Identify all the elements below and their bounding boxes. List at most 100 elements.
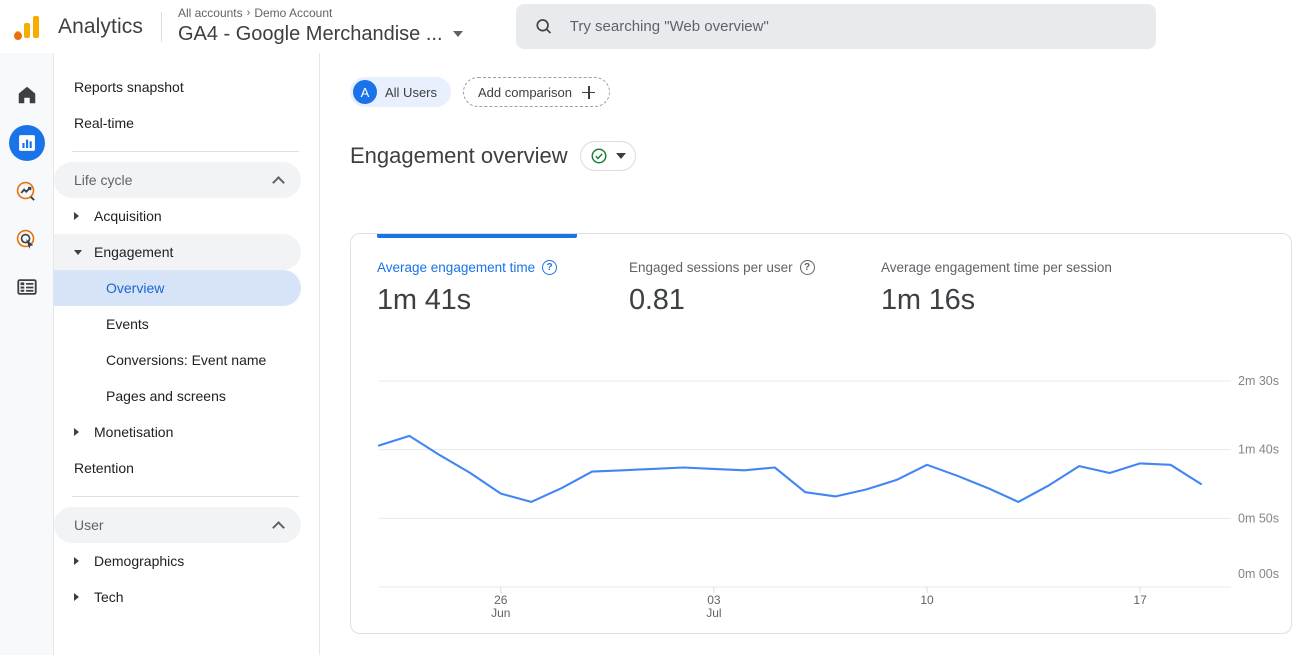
sidebar-item-reports-snapshot[interactable]: Reports snapshot: [54, 69, 301, 105]
report-status-button[interactable]: [580, 141, 636, 171]
x-axis-tick-label: 26: [494, 593, 508, 607]
comparison-bar: A All Users Add comparison: [320, 53, 1304, 107]
check-circle-icon: [590, 147, 608, 165]
breadcrumb-separator-icon: ›: [247, 6, 251, 21]
add-comparison-label: Add comparison: [478, 85, 572, 100]
icon-rail: [0, 53, 54, 655]
x-axis-tick-label: 03: [707, 593, 721, 607]
x-axis-tick-label: 17: [1133, 593, 1147, 607]
sidebar-item-retention[interactable]: Retention: [54, 450, 301, 486]
sidebar-item-acquisition[interactable]: Acquisition: [54, 198, 301, 234]
breadcrumb-all-accounts[interactable]: All accounts: [178, 6, 243, 21]
sidebar-item-label: Demographics: [94, 553, 184, 569]
chevron-down-icon: [616, 153, 626, 159]
sidebar-nav: Reports snapshot Real-time Life cycle Ac…: [54, 53, 320, 655]
explore-icon: [15, 180, 38, 203]
sidebar-group-label: Life cycle: [74, 172, 132, 188]
y-axis-tick-label: 0m 00s: [1238, 567, 1279, 581]
sidebar-item-pages-and-screens[interactable]: Pages and screens: [54, 378, 301, 414]
search-bar[interactable]: [516, 4, 1156, 49]
sidebar-item-label: Tech: [94, 589, 124, 605]
sidebar-item-conversions[interactable]: Conversions: Event name: [54, 342, 301, 378]
sidebar-divider: [72, 496, 299, 497]
top-bar: Analytics All accounts › Demo Account GA…: [0, 0, 1304, 53]
sidebar-divider: [72, 151, 299, 152]
all-users-label: All Users: [385, 85, 437, 100]
metric-label: Average engagement time ?: [377, 260, 629, 275]
sidebar-item-label: Reports snapshot: [74, 79, 184, 95]
metric-value: 1m 41s: [377, 284, 629, 317]
expand-arrow-icon[interactable]: [74, 428, 90, 436]
analytics-app: Analytics All accounts › Demo Account GA…: [0, 0, 1304, 655]
metric-label-text: Average engagement time per session: [881, 260, 1112, 275]
collapse-arrow-icon[interactable]: [74, 250, 90, 255]
sidebar-item-label: Events: [106, 316, 149, 332]
metric-label-text: Average engagement time: [377, 260, 535, 275]
x-axis-tick-label: 10: [920, 593, 934, 607]
search-input[interactable]: [570, 18, 1138, 35]
sidebar-group-user[interactable]: User: [54, 507, 301, 543]
sidebar-group-label: User: [74, 517, 104, 533]
chevron-up-icon[interactable]: [272, 521, 285, 534]
sidebar-item-monetisation[interactable]: Monetisation: [54, 414, 301, 450]
rail-item-configure[interactable]: [9, 269, 45, 305]
y-axis-tick-label: 1m 40s: [1238, 443, 1279, 457]
sidebar-item-label: Real-time: [74, 115, 134, 131]
divider: [161, 12, 162, 42]
account-selector[interactable]: All accounts › Demo Account GA4 - Google…: [178, 6, 463, 47]
rail-item-home[interactable]: [9, 77, 45, 113]
expand-arrow-icon[interactable]: [74, 593, 90, 601]
chart-svg: 2m 30s 1m 40s 0m 50s 0m 00s 26Jun 03Jul 10 17: [351, 339, 1293, 629]
add-comparison-button[interactable]: Add comparison: [463, 77, 610, 107]
rail-item-explore[interactable]: [9, 173, 45, 209]
active-metric-indicator: [377, 234, 577, 238]
analytics-logo-icon: [14, 12, 44, 42]
x-axis-tick-label: Jun: [491, 606, 510, 620]
metric-card-average-engagement-time-per-session[interactable]: Average engagement time per session 1m 1…: [881, 234, 1181, 317]
chevron-down-icon[interactable]: [453, 31, 463, 37]
metric-label-text: Engaged sessions per user: [629, 260, 793, 275]
line-chart[interactable]: 2m 30s 1m 40s 0m 50s 0m 00s 26Jun 03Jul 10 17: [351, 339, 1293, 629]
reports-bar-chart-icon: [17, 133, 37, 153]
sidebar-item-real-time[interactable]: Real-time: [54, 105, 301, 141]
metric-label: Engaged sessions per user ?: [629, 260, 881, 275]
home-icon: [16, 84, 38, 106]
expand-arrow-icon[interactable]: [74, 212, 90, 220]
configure-list-icon: [16, 276, 38, 298]
sidebar-item-label: Monetisation: [94, 424, 173, 440]
sidebar-group-life-cycle[interactable]: Life cycle: [54, 162, 301, 198]
expand-arrow-icon[interactable]: [74, 557, 90, 565]
sidebar-item-demographics[interactable]: Demographics: [54, 543, 301, 579]
rail-item-reports[interactable]: [9, 125, 45, 161]
sidebar-item-tech[interactable]: Tech: [54, 579, 301, 615]
chart-series-line: [379, 436, 1201, 502]
avatar: A: [353, 80, 377, 104]
sidebar-item-label: Engagement: [94, 244, 173, 260]
sidebar-item-events[interactable]: Events: [54, 306, 301, 342]
metric-tabs: Average engagement time ? 1m 41s Engaged…: [351, 234, 1291, 317]
sidebar-item-engagement[interactable]: Engagement: [54, 234, 301, 270]
sidebar-item-overview[interactable]: Overview: [54, 270, 301, 306]
chevron-up-icon[interactable]: [272, 176, 285, 189]
metric-card-average-engagement-time[interactable]: Average engagement time ? 1m 41s: [377, 234, 629, 317]
sidebar-item-label: Retention: [74, 460, 134, 476]
help-circle-icon[interactable]: ?: [542, 260, 557, 275]
search-icon: [534, 16, 554, 37]
engagement-chart-card: Average engagement time ? 1m 41s Engaged…: [350, 233, 1292, 634]
rail-item-advertising[interactable]: [9, 221, 45, 257]
all-users-chip[interactable]: A All Users: [350, 77, 451, 107]
breadcrumb-demo-account[interactable]: Demo Account: [254, 6, 332, 21]
page-title-row: Engagement overview: [320, 107, 1304, 171]
x-axis-tick-label: Jul: [706, 606, 721, 620]
advertising-target-icon: [15, 228, 38, 251]
help-circle-icon[interactable]: ?: [800, 260, 815, 275]
breadcrumb: All accounts › Demo Account: [178, 6, 463, 21]
metric-label: Average engagement time per session: [881, 260, 1181, 275]
property-name[interactable]: GA4 - Google Merchandise ...: [178, 21, 443, 47]
metric-card-engaged-sessions-per-user[interactable]: Engaged sessions per user ? 0.81: [629, 234, 881, 317]
sidebar-item-label: Overview: [106, 280, 164, 296]
y-axis-tick-label: 0m 50s: [1238, 511, 1279, 525]
metric-value: 1m 16s: [881, 284, 1181, 317]
sidebar-item-label: Pages and screens: [106, 388, 226, 404]
y-axis-tick-label: 2m 30s: [1238, 374, 1279, 388]
